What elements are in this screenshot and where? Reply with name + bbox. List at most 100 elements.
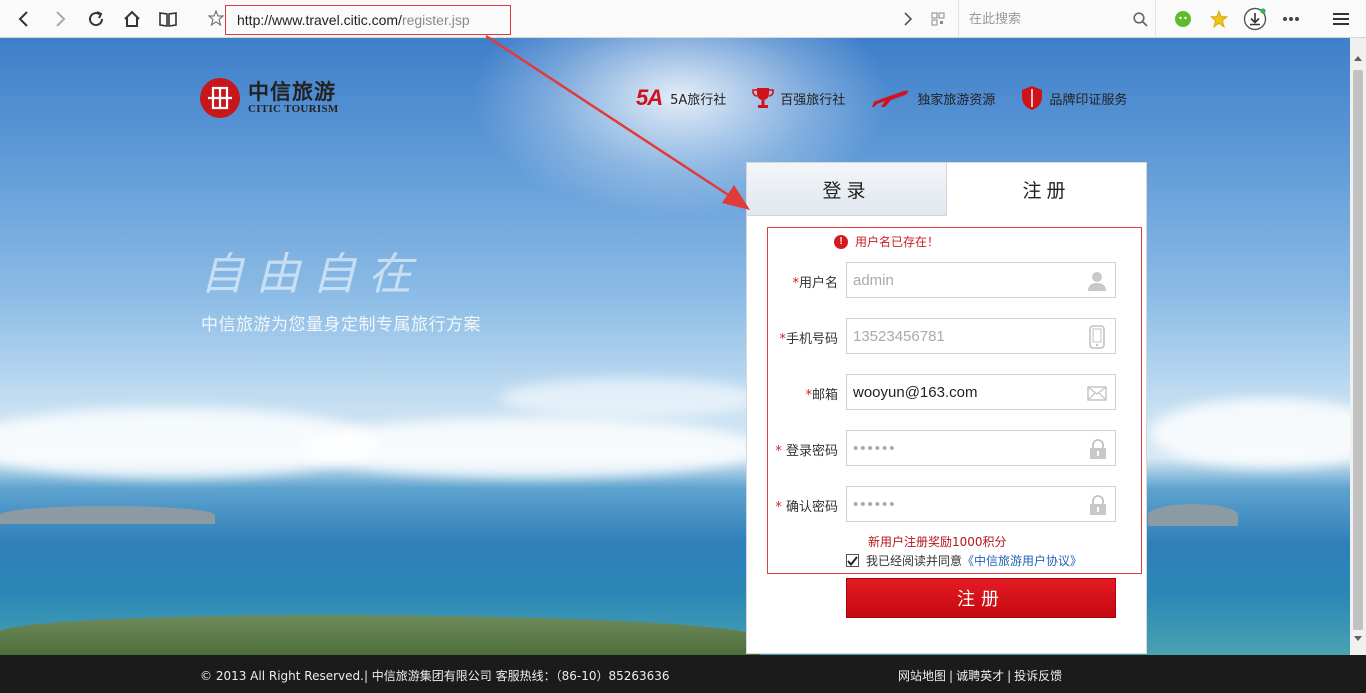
- tab-register[interactable]: 注册: [947, 163, 1146, 216]
- footer-links: 网站地图 | 诚聘英才 | 投诉反馈: [898, 669, 1063, 683]
- cloud: [1150, 398, 1350, 468]
- shore: [0, 615, 760, 655]
- scroll-down-icon[interactable]: [1354, 636, 1362, 641]
- url-path: register.jsp: [401, 12, 470, 28]
- feature-brand: 品牌印证服务: [1021, 85, 1127, 111]
- hero-slogan: 自由自在: [200, 249, 424, 300]
- search-icon[interactable]: [1133, 12, 1148, 27]
- feature-label: 独家旅游资源: [917, 92, 996, 108]
- error-icon: !: [834, 234, 848, 249]
- error-text: 用户名已存在！: [855, 235, 940, 249]
- home-button[interactable]: [114, 0, 150, 38]
- checkmark-icon: [847, 555, 858, 566]
- cloud: [300, 418, 760, 478]
- confirm-password-input[interactable]: [847, 487, 1079, 521]
- favorites-button[interactable]: [1201, 0, 1237, 38]
- tab-login[interactable]: 登录: [747, 163, 947, 216]
- feature-exclusive: 独家旅游资源: [871, 88, 995, 108]
- address-bar[interactable]: http://www.travel.citic.com/register.jsp: [205, 5, 950, 35]
- more-button[interactable]: [1273, 0, 1309, 38]
- forward-arrow-icon: [56, 11, 66, 27]
- browser-toolbar: http://www.travel.citic.com/register.jsp: [0, 0, 1366, 38]
- error-message: ! 用户名已存在！: [834, 233, 939, 250]
- feature-5a: 5A 5A旅行社: [636, 85, 726, 111]
- agree-text: 我已经阅读并同意: [866, 554, 963, 568]
- wechat-button[interactable]: [1165, 0, 1201, 38]
- user-icon: [1088, 272, 1106, 291]
- favorites-star-icon: [1210, 10, 1228, 28]
- chevron-right-icon[interactable]: [903, 12, 913, 26]
- refresh-icon: [89, 11, 104, 27]
- footer-link-feedback[interactable]: 投诉反馈: [1014, 669, 1062, 683]
- refresh-button[interactable]: [78, 0, 114, 38]
- feature-top100: 百强旅行社: [752, 86, 845, 110]
- vertical-scrollbar[interactable]: [1350, 38, 1366, 655]
- register-submit-button[interactable]: 注册: [846, 578, 1116, 618]
- url-base: http://www.travel.citic.com/: [237, 12, 402, 28]
- password-label: * 登录密码: [775, 444, 838, 459]
- qr-code-icon[interactable]: [931, 12, 945, 26]
- download-icon: [1243, 7, 1267, 31]
- shield-icon: [1022, 86, 1043, 110]
- scroll-thumb[interactable]: [1353, 70, 1363, 630]
- download-button[interactable]: [1237, 0, 1273, 38]
- scroll-up-icon[interactable]: [1354, 56, 1362, 61]
- hero-subtitle: 中信旅游为您量身定制专属旅行方案: [201, 315, 481, 335]
- email-field[interactable]: [846, 374, 1116, 410]
- password-field[interactable]: [846, 430, 1116, 466]
- agreement-row: 我已经阅读并同意 《中信旅游用户协议》: [846, 552, 1082, 569]
- username-field[interactable]: [846, 262, 1116, 298]
- menu-button[interactable]: [1323, 0, 1359, 38]
- more-dots-icon: [1283, 17, 1299, 21]
- island: [1148, 504, 1238, 526]
- citic-logo-icon: [200, 78, 240, 118]
- brand-name-cn: 中信旅游: [248, 80, 336, 104]
- brand-logo[interactable]: 中信旅游 CITIC TOURISM: [200, 78, 339, 118]
- forward-button[interactable]: [42, 0, 78, 38]
- back-button[interactable]: [6, 0, 42, 38]
- feature-label: 品牌印证服务: [1049, 92, 1128, 108]
- back-arrow-icon: [18, 11, 28, 27]
- agreement-link[interactable]: 《中信旅游用户协议》: [962, 552, 1082, 569]
- search-box[interactable]: [958, 0, 1156, 38]
- brand-name-en: CITIC TOURISM: [248, 103, 339, 115]
- email-input[interactable]: [847, 375, 1079, 409]
- username-input[interactable]: [847, 263, 1079, 297]
- 5a-badge-icon: 5A: [636, 85, 663, 110]
- page-content: 中信旅游 CITIC TOURISM 5A 5A旅行社 百强旅行社 独家旅游资源…: [0, 38, 1350, 655]
- cloud: [500, 378, 760, 418]
- book-icon: [159, 12, 177, 27]
- footer-copyright: © 2013 All Right Reserved.| 中信旅游集团有限公司 客…: [200, 669, 670, 683]
- site-footer: © 2013 All Right Reserved.| 中信旅游集团有限公司 客…: [0, 655, 1366, 693]
- feature-label: 5A旅行社: [670, 92, 727, 108]
- lock-icon: [1090, 495, 1106, 515]
- phone-label: *手机号码: [779, 332, 838, 347]
- envelope-icon: [1087, 386, 1107, 401]
- username-label: *用户名: [792, 276, 838, 291]
- auth-panel: 登录 注册 ! 用户名已存在！ *用户名 *手机号码 *邮箱: [746, 162, 1147, 654]
- bookmark-star-icon[interactable]: [208, 10, 224, 26]
- wechat-icon: [1175, 11, 1191, 27]
- reader-button[interactable]: [150, 0, 186, 38]
- feature-strip: 5A 5A旅行社 百强旅行社 独家旅游资源 品牌印证服务: [636, 84, 1153, 112]
- search-input[interactable]: [969, 10, 1119, 28]
- agree-checkbox[interactable]: [846, 554, 859, 567]
- lock-icon: [1090, 439, 1106, 459]
- island: [0, 506, 215, 524]
- email-label: *邮箱: [805, 388, 838, 403]
- hamburger-menu-icon: [1333, 13, 1349, 25]
- phone-input[interactable]: [847, 319, 1079, 353]
- register-form: ! 用户名已存在！ *用户名 *手机号码 *邮箱 * 登录密码: [767, 227, 1142, 574]
- url-field[interactable]: http://www.travel.citic.com/register.jsp: [225, 5, 511, 35]
- confirm-password-field[interactable]: [846, 486, 1116, 522]
- trophy-icon: [752, 88, 775, 108]
- footer-link-careers[interactable]: 诚聘英才: [956, 669, 1004, 683]
- feature-label: 百强旅行社: [780, 92, 846, 108]
- phone-field[interactable]: [846, 318, 1116, 354]
- confirm-password-label: * 确认密码: [775, 500, 838, 515]
- password-input[interactable]: [847, 431, 1079, 465]
- airplane-icon: [872, 90, 909, 107]
- bonus-notice: 新用户注册奖励1000积分: [868, 535, 1007, 549]
- home-icon: [124, 10, 140, 27]
- footer-link-sitemap[interactable]: 网站地图: [898, 669, 946, 683]
